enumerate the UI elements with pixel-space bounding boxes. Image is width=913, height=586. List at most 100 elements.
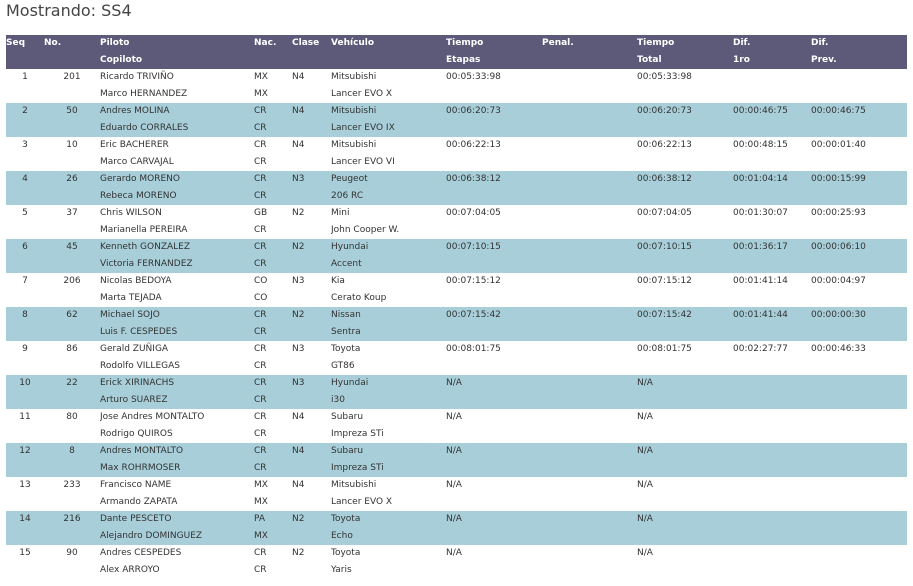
cell-penal — [542, 137, 637, 154]
cell-tiempo-total: 00:07:15:12 — [637, 276, 692, 286]
cell-vehiculo-marca: Toyota — [331, 511, 446, 528]
header-penal[interactable]: Penal. — [542, 35, 637, 52]
cell-piloto: Eric BACHERER — [100, 140, 169, 150]
cell-piloto: Michael SOJO — [100, 307, 254, 324]
cell-nac: CR — [254, 375, 292, 392]
cell-vehiculo-modelo: i30 — [331, 392, 446, 409]
cell-nac-copiloto: CR — [254, 324, 292, 341]
cell-no: 206 — [63, 276, 81, 286]
cell-penal — [542, 409, 637, 426]
cell-nac: CR — [254, 548, 267, 558]
cell-nac: CR — [254, 171, 292, 188]
cell-clase: N2 — [292, 511, 331, 528]
header-copiloto[interactable]: Copiloto — [100, 52, 254, 69]
cell-copiloto: Marco CARVAJAL — [100, 157, 174, 167]
header-dif-1ro[interactable]: Dif. — [733, 35, 811, 52]
header-no[interactable]: No. — [44, 35, 100, 52]
cell-nac: MX — [254, 72, 268, 82]
cell-nac: CR — [254, 140, 267, 150]
header-total[interactable]: Total — [637, 52, 733, 69]
cell-dif-1ro — [733, 511, 811, 528]
cell-nac-copiloto: CR — [254, 429, 267, 439]
cell-vehiculo-marca: Mitsubishi — [331, 480, 377, 490]
cell-clase: N2 — [292, 307, 331, 324]
cell-dif-prev: 00:00:06:10 — [811, 239, 907, 256]
cell-vehiculo-marca: Subaru — [331, 443, 446, 460]
cell-tiempo-total: N/A — [637, 548, 653, 558]
cell-no: 90 — [66, 548, 78, 558]
table-row-copiloto: Rodolfo VILLEGAS CR GT86 — [6, 358, 907, 375]
cell-vehiculo-marca: Mitsubishi — [331, 72, 377, 82]
cell-penal — [542, 341, 637, 358]
cell-clase: N3 — [292, 344, 305, 354]
table-row: 7 206 Nicolas BEDOYA CO N3 Kia 00:07:15:12 00:0… — [6, 273, 907, 290]
cell-vehiculo-marca: Toyota — [331, 344, 361, 354]
table-row: 9 86 Gerald ZUÑIGA CR N3 Toyota 00:08:01:75 00:… — [6, 341, 907, 358]
cell-tiempo-total: N/A — [637, 480, 653, 490]
table-row: 2 50 Andres MOLINA CR N4 Mitsubishi 00:06:20:7… — [6, 103, 907, 120]
cell-no: 201 — [63, 72, 81, 82]
cell-copiloto: Rodrigo QUIROS — [100, 429, 173, 439]
cell-seq: 7 — [22, 276, 28, 286]
table-row: 13 233 Francisco NAME MX N4 Mitsubishi N/A N/A — [6, 477, 907, 494]
cell-copiloto: Alejandro DOMINGUEZ — [100, 528, 254, 545]
header-1ro[interactable]: 1ro — [733, 52, 811, 69]
cell-seq: 2 — [6, 103, 44, 120]
cell-tiempo-total: 00:06:20:73 — [637, 103, 733, 120]
cell-seq: 6 — [6, 239, 44, 256]
table-row: 4 26 Gerardo MORENO CR N3 Peugeot 00:06:38:12 0… — [6, 171, 907, 188]
header-dif-prev[interactable]: Dif. — [811, 35, 907, 52]
cell-nac-copiloto: CR — [254, 120, 292, 137]
cell-no: 37 — [66, 208, 78, 218]
cell-vehiculo-modelo: John Cooper W. — [331, 225, 400, 235]
header-piloto[interactable]: Piloto — [100, 35, 254, 52]
cell-piloto: Gerald ZUÑIGA — [100, 344, 169, 354]
cell-vehiculo-marca: Kia — [331, 276, 345, 286]
cell-vehiculo-modelo: Accent — [331, 256, 446, 273]
table-row: 12 8 Andres MONTALTO CR N4 Subaru N/A N/A — [6, 443, 907, 460]
cell-copiloto: Alex ARROYO — [100, 565, 160, 575]
cell-nac: CR — [254, 103, 292, 120]
cell-vehiculo-modelo: Cerato Koup — [331, 293, 387, 303]
header-tiempo-etapas[interactable]: Tiempo — [446, 35, 542, 52]
cell-penal — [542, 375, 637, 392]
cell-nac: CR — [254, 443, 292, 460]
table-row-copiloto: Luis F. CESPEDES CR Sentra — [6, 324, 907, 341]
cell-vehiculo-marca: Mitsubishi — [331, 140, 377, 150]
cell-copiloto: Rebeca MORENO — [100, 188, 254, 205]
table-row: 11 80 Jose Andres MONTALTO CR N4 Subaru N/A N/A — [6, 409, 907, 426]
cell-dif-prev — [811, 409, 907, 426]
table-row: 8 62 Michael SOJO CR N2 Nissan 00:07:15:42 00:0… — [6, 307, 907, 324]
cell-piloto: Dante PESCETO — [100, 511, 254, 528]
header-vehiculo[interactable]: Vehículo — [331, 35, 446, 52]
header-etapas[interactable]: Etapas — [446, 52, 542, 69]
cell-no: 233 — [63, 480, 81, 490]
table-row-copiloto: Armando ZAPATA MX Lancer EVO X — [6, 494, 907, 511]
cell-piloto: Kenneth GONZALEZ — [100, 239, 254, 256]
cell-seq: 5 — [22, 208, 28, 218]
header-tiempo-total[interactable]: Tiempo — [637, 35, 733, 52]
cell-penal — [542, 273, 637, 290]
cell-tiempo-etapas: N/A — [446, 375, 542, 392]
cell-seq: 8 — [6, 307, 44, 324]
cell-nac-copiloto: MX — [254, 89, 268, 99]
cell-vehiculo-modelo: Yaris — [331, 565, 352, 575]
header-nac[interactable]: Nac. — [254, 35, 292, 52]
cell-piloto: Jose Andres MONTALTO — [100, 412, 205, 422]
cell-tiempo-etapas: N/A — [446, 548, 462, 558]
cell-dif-1ro — [733, 477, 811, 494]
cell-dif-1ro: 00:01:04:14 — [733, 171, 811, 188]
cell-clase: N4 — [292, 140, 305, 150]
cell-tiempo-total: N/A — [637, 443, 733, 460]
header-clase[interactable]: Clase — [292, 35, 331, 52]
table-row-copiloto: Rebeca MORENO CR 206 RC — [6, 188, 907, 205]
table-row: 15 90 Andres CESPEDES CR N2 Toyota N/A N/A — [6, 545, 907, 562]
header-seq[interactable]: Seq — [6, 35, 44, 52]
cell-vehiculo-marca: Toyota — [331, 548, 361, 558]
cell-seq: 3 — [22, 140, 28, 150]
header-prev[interactable]: Prev. — [811, 52, 907, 69]
cell-clase: N4 — [292, 412, 305, 422]
cell-dif-1ro: 00:01:36:17 — [733, 239, 811, 256]
table-row: 3 10 Eric BACHERER CR N4 Mitsubishi 00:06:22:1… — [6, 137, 907, 154]
cell-no: 22 — [44, 375, 100, 392]
